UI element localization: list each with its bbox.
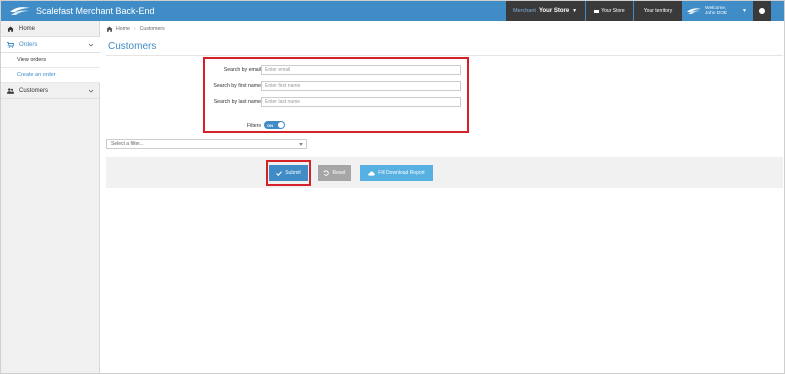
search-email-row: Search by email [205, 65, 467, 76]
sidebar-subitem-create-order[interactable]: Create an order [1, 68, 100, 83]
territory-selector[interactable]: Your territory [634, 1, 682, 21]
filter-select[interactable]: Select a filter... [106, 139, 307, 149]
sidebar-item-customers[interactable]: Customers [1, 83, 100, 99]
filter-select-placeholder: Select a filter... [111, 141, 144, 147]
filters-label: Filters [246, 123, 261, 129]
home-icon [106, 26, 113, 32]
brand[interactable]: Scalefast Merchant Back-End [9, 4, 155, 18]
store-link-label: Your Store [601, 8, 625, 14]
submit-button[interactable]: Submit [269, 165, 308, 181]
search-first-name-label: Search by first name [213, 83, 261, 89]
undo-icon [323, 170, 330, 176]
search-email-label: Search by email [223, 67, 261, 73]
cloud-download-icon [368, 170, 376, 176]
top-bar: Scalefast Merchant Back-End Merchant You… [1, 1, 784, 21]
search-last-name-label: Search by last name [213, 99, 261, 105]
user-name: John DOE [705, 11, 728, 16]
breadcrumb: Home › Customers [106, 25, 165, 33]
chevron-down-icon [88, 43, 94, 47]
reset-button-label: Reset [332, 170, 346, 176]
globe-icon [759, 8, 765, 14]
caret-down-icon: ▼ [572, 8, 578, 14]
search-last-name-input[interactable] [261, 97, 461, 107]
sidebar-subitem-view-orders[interactable]: View orders [1, 53, 100, 68]
toggle-state-text: ON [267, 122, 273, 128]
app-title: Scalefast Merchant Back-End [36, 6, 155, 16]
cart-icon [7, 41, 14, 48]
sidebar-item-label: Create an order [17, 72, 56, 78]
store-selector[interactable]: Merchant Your Store ▼ [506, 1, 585, 21]
territory-label: Your territory [643, 8, 673, 14]
filters-toggle[interactable]: ON [264, 121, 285, 129]
scalefast-logo-icon [10, 7, 30, 15]
caret-down-icon: ▼ [742, 8, 747, 14]
search-last-name-row: Search by last name [205, 97, 467, 108]
sidebar-item-orders[interactable]: Orders [1, 37, 100, 53]
action-bar: Submit Reset Fill Download Report [106, 157, 783, 188]
sidebar-item-home[interactable]: Home [1, 21, 100, 37]
submit-button-label: Submit [285, 170, 301, 176]
users-icon [7, 87, 14, 94]
search-first-name-input[interactable] [261, 81, 461, 91]
reset-button[interactable]: Reset [318, 165, 351, 181]
check-icon [276, 170, 283, 176]
search-email-input[interactable] [261, 65, 461, 75]
sidebar: Home Orders View orders Create an order … [1, 21, 100, 373]
chevron-down-icon [299, 143, 303, 146]
page-title: Customers [108, 41, 157, 52]
sidebar-item-label: Home [19, 25, 36, 32]
chevron-down-icon [88, 89, 94, 93]
store-selector-value: Your Store [538, 8, 570, 14]
search-form: Search by email Search by first name Sea… [203, 57, 469, 133]
breadcrumb-separator: › [133, 26, 136, 32]
user-menu[interactable]: Welcome, John DOE ▼ [683, 1, 752, 21]
store-selector-label: Merchant [513, 8, 536, 14]
download-report-button-label: Fill Download Report [378, 170, 425, 176]
breadcrumb-home-link[interactable]: Home [116, 26, 130, 32]
store-icon [594, 9, 600, 13]
download-report-button[interactable]: Fill Download Report [360, 165, 433, 181]
user-logo-icon [687, 8, 701, 14]
language-button[interactable] [753, 1, 771, 21]
toggle-knob [278, 122, 284, 128]
sidebar-item-label: View orders [17, 57, 46, 63]
sidebar-item-label: Customers [19, 87, 49, 94]
sidebar-item-label: Orders [19, 41, 38, 48]
home-icon [7, 26, 14, 32]
breadcrumb-current: Customers [139, 26, 165, 32]
store-link[interactable]: Your Store [586, 1, 633, 21]
divider [106, 55, 783, 56]
search-first-name-row: Search by first name [205, 81, 467, 92]
